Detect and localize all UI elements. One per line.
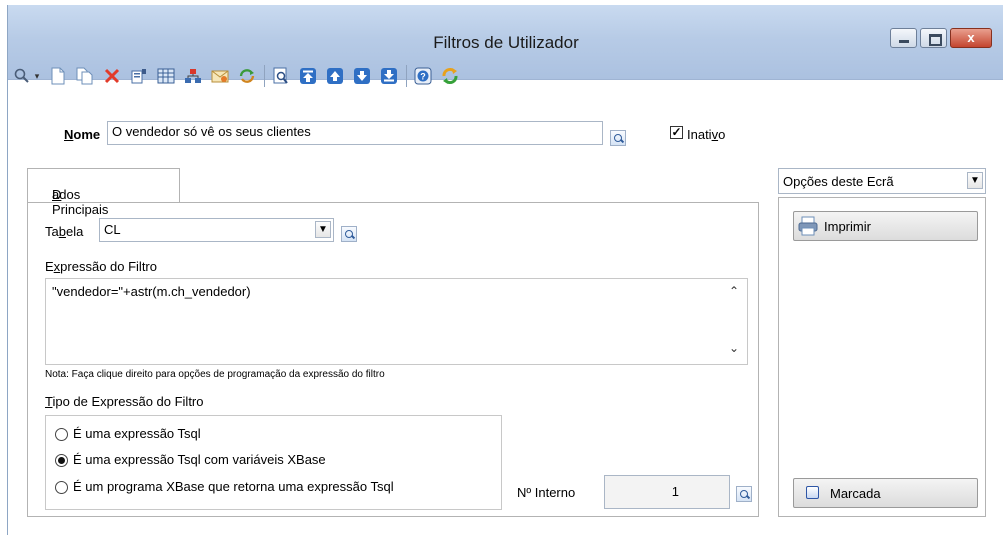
maximize-button[interactable]: [920, 28, 947, 48]
expressao-value: "vendedor="+astr(m.ch_vendedor): [52, 284, 251, 299]
tipo-option-label: É um programa XBase que retorna uma expr…: [73, 479, 394, 494]
new-document-icon[interactable]: [48, 66, 68, 86]
help-icon[interactable]: ?: [413, 66, 433, 86]
toolbar: ▾ ?: [12, 63, 467, 89]
last-record-icon[interactable]: [379, 66, 399, 86]
tipo-option-label: É uma expressão Tsql com variáveis XBase: [73, 452, 326, 467]
expressao-label: Expressão do Filtro: [45, 259, 157, 274]
refresh-icon[interactable]: [237, 66, 257, 86]
close-button[interactable]: x: [950, 28, 992, 48]
imprimir-button[interactable]: Imprimir: [793, 211, 978, 241]
dropdown-arrow-icon[interactable]: ▾: [33, 66, 41, 86]
edit-icon[interactable]: [129, 66, 149, 86]
expressao-label-post: pressão do Filtro: [60, 259, 157, 274]
opcoes-select[interactable]: Opções deste Ecrã ▼: [778, 168, 986, 194]
tipo-radio-tsql-xbase[interactable]: [55, 454, 68, 467]
inativo-label-pre: Inati: [687, 127, 712, 142]
minimize-icon: [899, 40, 909, 43]
chevron-down-icon[interactable]: ▼: [967, 172, 983, 189]
tipo-label: Tipo de Expressão do Filtro: [45, 394, 204, 409]
delete-icon[interactable]: [102, 66, 122, 86]
toolbar-separator: [406, 65, 407, 87]
sync-icon[interactable]: [440, 66, 460, 86]
minimize-button[interactable]: [890, 28, 917, 48]
tabela-label-post: ela: [65, 224, 84, 239]
interno-lookup-icon[interactable]: [736, 486, 752, 502]
inativo-checkbox[interactable]: ✓: [670, 126, 683, 139]
copy-document-icon[interactable]: [75, 66, 95, 86]
imprimir-label: Imprimir: [824, 219, 871, 234]
nome-input[interactable]: O vendedor só vê os seus clientes: [107, 121, 603, 145]
tabela-lookup-icon[interactable]: [341, 226, 357, 242]
preview-icon[interactable]: [271, 66, 291, 86]
window-title: Filtros de Utilizador: [433, 33, 579, 52]
inativo-label: Inativo: [687, 127, 725, 142]
nome-label-rest: ome: [73, 127, 101, 142]
marcada-button[interactable]: Marcada: [793, 478, 978, 508]
side-options-panel: [778, 197, 986, 517]
interno-field: 1: [604, 475, 730, 509]
opcoes-value: Opções deste Ecrã: [783, 174, 894, 189]
expressao-label-pre: E: [45, 259, 54, 274]
tree-icon[interactable]: [183, 66, 203, 86]
window-controls: x: [887, 28, 992, 48]
marcada-label: Marcada: [830, 486, 881, 501]
tabela-label: Tabela: [45, 224, 83, 239]
toolbar-separator: [264, 65, 265, 87]
nome-label: Nome: [64, 127, 100, 142]
interno-label: Nº Interno: [517, 485, 576, 500]
first-record-icon[interactable]: [298, 66, 318, 86]
mail-icon[interactable]: [210, 66, 230, 86]
chevron-down-icon[interactable]: ▼: [315, 221, 331, 238]
tipo-radio-xbase-program[interactable]: [55, 481, 68, 494]
tabela-label-pre: Ta: [45, 224, 59, 239]
search-icon[interactable]: [12, 66, 32, 86]
tipo-radio-tsql[interactable]: [55, 428, 68, 441]
inativo-label-post: o: [718, 127, 726, 142]
tabela-label-accel: b: [58, 224, 66, 239]
tabela-select[interactable]: CL ▼: [99, 218, 334, 242]
nome-lookup-icon[interactable]: [610, 130, 626, 146]
tipo-label-rest: ipo de Expressão do Filtro: [52, 394, 204, 409]
marker-icon: [806, 486, 819, 499]
tipo-option-label: É uma expressão Tsql: [73, 426, 201, 441]
expressao-textarea[interactable]: "vendedor="+astr(m.ch_vendedor) ⌃ ⌄: [45, 278, 748, 365]
next-record-icon[interactable]: [352, 66, 372, 86]
tabela-value: CL: [104, 222, 121, 237]
printer-icon: [798, 216, 818, 236]
nome-label-accel: N: [64, 127, 74, 142]
scroll-up-icon[interactable]: ⌃: [729, 284, 739, 298]
svg-text:?: ?: [420, 71, 426, 81]
maximize-icon: [929, 34, 942, 46]
tab-dados-principais[interactable]: Dados Principais: [27, 168, 180, 217]
scroll-down-icon[interactable]: ⌄: [729, 341, 739, 355]
table-icon[interactable]: [156, 66, 176, 86]
nota-text: Nota: Faça clique direito para opções de…: [45, 369, 385, 380]
previous-record-icon[interactable]: [325, 66, 345, 86]
